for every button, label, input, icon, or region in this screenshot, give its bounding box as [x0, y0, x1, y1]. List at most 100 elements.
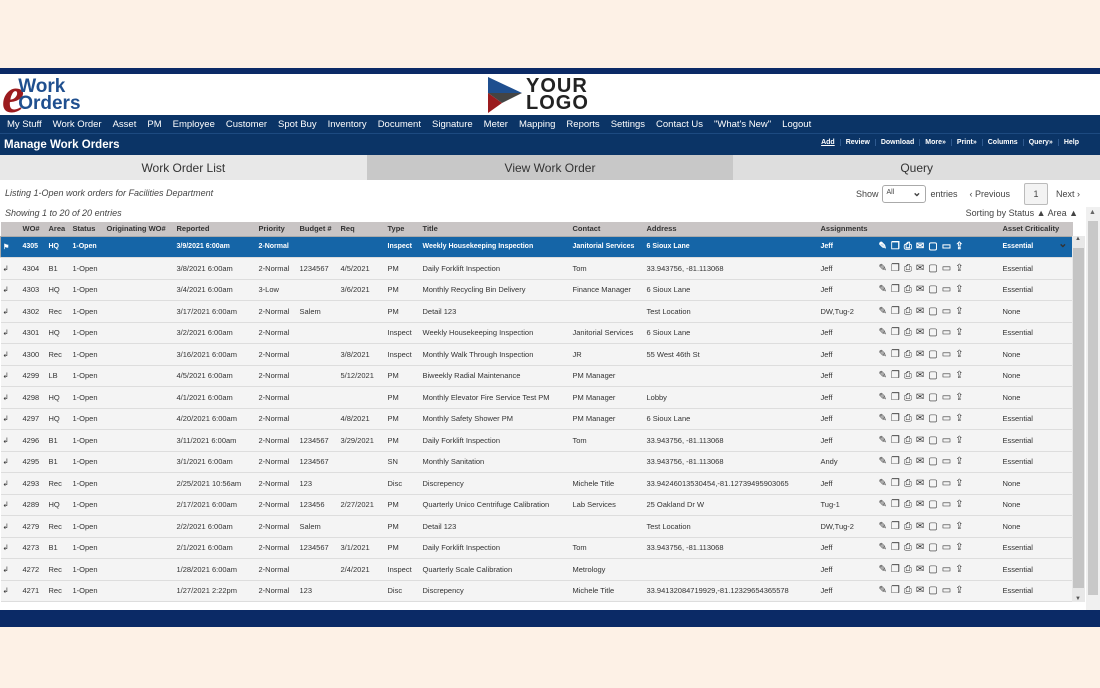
note-icon[interactable]: ▢: [928, 263, 937, 274]
nav-item[interactable]: Customer: [226, 119, 267, 130]
email-icon[interactable]: ✉: [916, 263, 924, 274]
table-row[interactable]: ↲ 4301 HQ 1-Open 3/2/2021 6:00am 2-Normal Insp…: [0, 322, 1073, 344]
row-marker-icon[interactable]: ↲: [0, 279, 21, 301]
pencil-icon[interactable]: ✎: [879, 263, 887, 274]
upload-icon[interactable]: ⇪: [955, 392, 963, 403]
table-row[interactable]: ↲ 4304 B1 1-Open 3/8/2021 6:00am 2-Normal 1234…: [0, 257, 1073, 280]
upload-icon[interactable]: ⇪: [955, 521, 963, 532]
copy-icon[interactable]: ❐: [891, 349, 900, 360]
comment-icon[interactable]: ▭: [942, 263, 951, 274]
column-header[interactable]: Asset Criticality: [1000, 222, 1073, 236]
row-marker-icon[interactable]: ↲: [0, 365, 21, 387]
pencil-icon[interactable]: ✎: [879, 370, 887, 381]
comment-icon[interactable]: ▭: [942, 284, 951, 295]
nav-item[interactable]: "What's New": [714, 119, 771, 130]
column-header[interactable]: Budget #: [297, 222, 339, 236]
upload-icon[interactable]: ⇪: [955, 241, 963, 252]
column-header[interactable]: [0, 222, 21, 236]
ework-orders-logo[interactable]: e Work Orders: [2, 70, 81, 120]
upload-icon[interactable]: ⇪: [955, 435, 963, 446]
tab-query[interactable]: Query: [733, 155, 1100, 180]
copy-icon[interactable]: ❐: [891, 306, 900, 317]
row-marker-icon[interactable]: ↲: [0, 515, 21, 538]
upload-icon[interactable]: ⇪: [955, 542, 963, 553]
note-icon[interactable]: ▢: [928, 521, 937, 532]
nav-item[interactable]: Work Order: [53, 119, 102, 130]
email-icon[interactable]: ✉: [916, 241, 924, 252]
email-icon[interactable]: ✉: [916, 306, 924, 317]
upload-icon[interactable]: ⇪: [955, 478, 963, 489]
toolbar-button[interactable]: Review: [839, 139, 875, 146]
table-row[interactable]: ↲ 4300 Rec 1-Open 3/16/2021 6:00am 2-Normal 3/…: [0, 343, 1073, 366]
toolbar-button[interactable]: Download: [874, 139, 919, 146]
previous-button[interactable]: ‹ Previous: [969, 189, 1010, 199]
row-marker-icon[interactable]: ↲: [0, 558, 21, 581]
comment-icon[interactable]: ▭: [942, 241, 951, 252]
copy-icon[interactable]: ❐: [891, 413, 900, 424]
comment-icon[interactable]: ▭: [942, 306, 951, 317]
upload-icon[interactable]: ⇪: [955, 284, 963, 295]
nav-item[interactable]: Meter: [484, 119, 508, 130]
row-marker-icon[interactable]: ↲: [0, 429, 21, 452]
print-icon[interactable]: ⎙: [904, 542, 912, 553]
nav-item[interactable]: Employee: [173, 119, 215, 130]
pencil-icon[interactable]: ✎: [879, 499, 887, 510]
page-1-button[interactable]: 1: [1023, 183, 1048, 205]
comment-icon[interactable]: ▭: [942, 349, 951, 360]
note-icon[interactable]: ▢: [928, 435, 937, 446]
email-icon[interactable]: ✉: [916, 349, 924, 360]
row-marker-icon[interactable]: ↲: [0, 472, 21, 495]
table-row[interactable]: ↲ 4293 Rec 1-Open 2/25/2021 10:56am 2-Normal 1…: [0, 472, 1073, 495]
copy-icon[interactable]: ❐: [891, 456, 900, 467]
pencil-icon[interactable]: ✎: [879, 456, 887, 467]
note-icon[interactable]: ▢: [928, 349, 937, 360]
toolbar-button[interactable]: Columns: [981, 139, 1023, 146]
nav-item[interactable]: Settings: [611, 119, 645, 130]
comment-icon[interactable]: ▭: [942, 456, 951, 467]
email-icon[interactable]: ✉: [916, 435, 924, 446]
comment-icon[interactable]: ▭: [942, 499, 951, 510]
email-icon[interactable]: ✉: [916, 478, 924, 489]
copy-icon[interactable]: ❐: [891, 435, 900, 446]
copy-icon[interactable]: ❐: [891, 478, 900, 489]
comment-icon[interactable]: ▭: [942, 478, 951, 489]
copy-icon[interactable]: ❐: [891, 284, 900, 295]
entries-select[interactable]: All: [882, 185, 927, 203]
email-icon[interactable]: ✉: [916, 327, 924, 338]
print-icon[interactable]: ⎙: [904, 327, 912, 338]
upload-icon[interactable]: ⇪: [955, 564, 963, 575]
copy-icon[interactable]: ❐: [891, 499, 900, 510]
print-icon[interactable]: ⎙: [904, 284, 912, 295]
note-icon[interactable]: ▢: [928, 327, 937, 338]
upload-icon[interactable]: ⇪: [955, 263, 963, 274]
pencil-icon[interactable]: ✎: [879, 241, 887, 252]
note-icon[interactable]: ▢: [928, 456, 937, 467]
print-icon[interactable]: ⎙: [904, 435, 912, 446]
pencil-icon[interactable]: ✎: [879, 306, 887, 317]
column-header[interactable]: Type: [385, 222, 421, 236]
toolbar-button[interactable]: Print»: [950, 139, 982, 146]
upload-icon[interactable]: ⇪: [955, 499, 963, 510]
row-marker-icon[interactable]: ↲: [0, 322, 21, 344]
pencil-icon[interactable]: ✎: [879, 478, 887, 489]
copy-icon[interactable]: ❐: [891, 392, 900, 403]
comment-icon[interactable]: ▭: [942, 413, 951, 424]
email-icon[interactable]: ✉: [916, 370, 924, 381]
upload-icon[interactable]: ⇪: [955, 585, 963, 596]
nav-item[interactable]: Mapping: [519, 119, 555, 130]
print-icon[interactable]: ⎙: [904, 241, 912, 252]
nav-item[interactable]: Logout: [782, 119, 811, 130]
row-marker-icon[interactable]: ↲: [0, 343, 21, 366]
email-icon[interactable]: ✉: [916, 413, 924, 424]
nav-item[interactable]: PM: [147, 119, 161, 130]
table-row[interactable]: ↲ 4299 LB 1-Open 4/5/2021 6:00am 2-Normal 5/12…: [0, 365, 1073, 387]
nav-item[interactable]: Asset: [113, 119, 137, 130]
pencil-icon[interactable]: ✎: [879, 392, 887, 403]
copy-icon[interactable]: ❐: [891, 585, 900, 596]
toolbar-button[interactable]: Add: [816, 139, 840, 146]
comment-icon[interactable]: ▭: [942, 435, 951, 446]
flag-icon[interactable]: ⚑: [0, 236, 21, 258]
upload-icon[interactable]: ⇪: [955, 413, 963, 424]
copy-icon[interactable]: ❐: [891, 327, 900, 338]
upload-icon[interactable]: ⇪: [955, 456, 963, 467]
